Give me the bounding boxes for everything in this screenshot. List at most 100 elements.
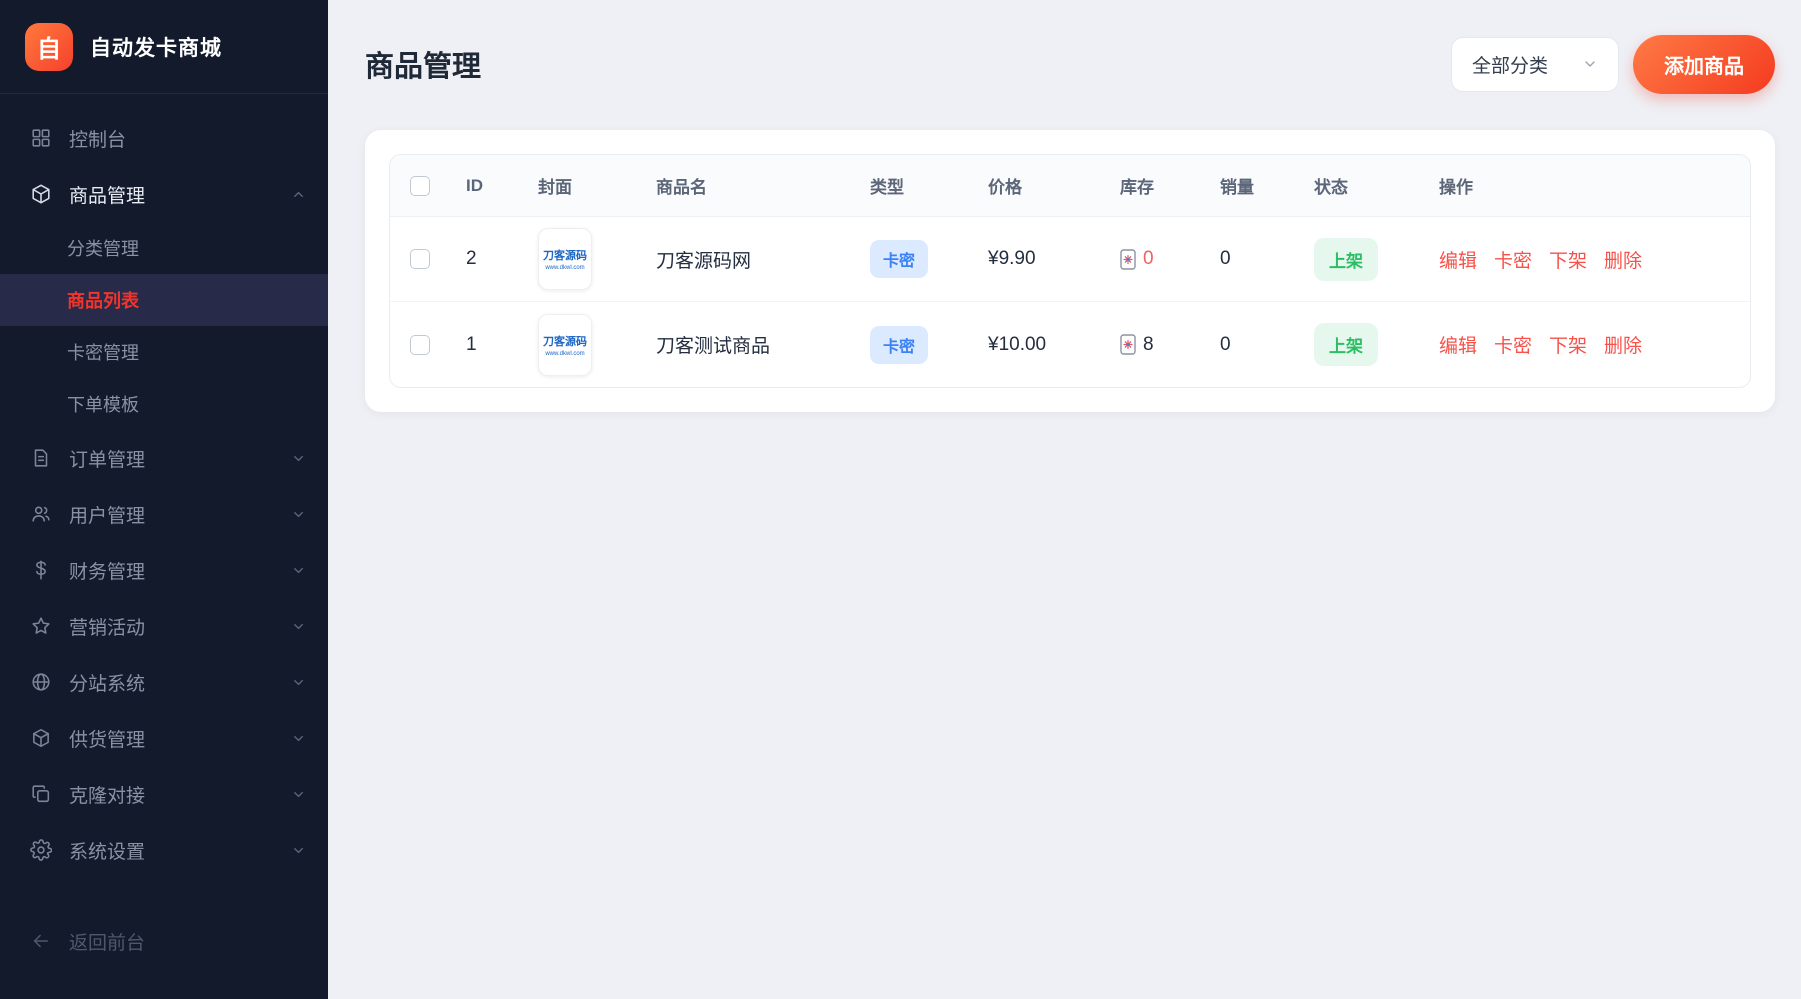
- cell-id: 1: [466, 334, 538, 356]
- chevron-down-icon: [1582, 56, 1598, 72]
- row-checkbox[interactable]: [410, 335, 430, 355]
- chevron-down-icon: [291, 787, 306, 802]
- sidebar-item-dashboard[interactable]: 控制台: [0, 110, 328, 166]
- column-header-stock: 库存: [1120, 173, 1220, 198]
- sidebar: 自 自动发卡商城 控制台 商品管理 分类管理 商品列表 卡密管理 下单模板: [0, 0, 328, 999]
- cell-sales: 0: [1220, 248, 1314, 270]
- stock-value: 8: [1143, 334, 1154, 356]
- select-all-checkbox[interactable]: [410, 176, 430, 196]
- column-header-sales: 销量: [1220, 173, 1314, 198]
- sidebar-subitem-product-list[interactable]: 商品列表: [0, 274, 328, 326]
- column-header-actions: 操作: [1439, 173, 1750, 198]
- table-header-row: ID 封面 商品名 类型 价格 库存 销量 状态 操作: [390, 155, 1750, 217]
- page-header: 商品管理 全部分类 添加商品: [365, 34, 1775, 94]
- sidebar-subitem-categories[interactable]: 分类管理: [0, 222, 328, 274]
- table-row: 1 刀客源码 www.dkwl.com 刀客测试商品 卡密 ¥10.00 8 0…: [390, 302, 1750, 387]
- category-filter-select[interactable]: 全部分类: [1451, 37, 1619, 92]
- sidebar-item-clone[interactable]: 克隆对接: [0, 766, 328, 822]
- sidebar-item-label: 控制台: [69, 125, 306, 152]
- sidebar-item-substations[interactable]: 分站系统: [0, 654, 328, 710]
- sidebar-subitem-order-template[interactable]: 下单模板: [0, 378, 328, 430]
- app-title: 自动发卡商城: [90, 32, 222, 62]
- product-table: ID 封面 商品名 类型 价格 库存 销量 状态 操作 2 刀客源码 www.d…: [389, 154, 1751, 388]
- status-badge: 上架: [1314, 323, 1378, 366]
- type-badge: 卡密: [870, 326, 928, 364]
- sidebar-subitem-card-keys[interactable]: 卡密管理: [0, 326, 328, 378]
- arrow-left-icon: [30, 930, 52, 952]
- column-header-status: 状态: [1314, 173, 1439, 198]
- chevron-down-icon: [291, 507, 306, 522]
- column-header-id: ID: [466, 176, 538, 196]
- sidebar-item-label: 商品管理: [69, 181, 274, 208]
- status-badge: 上架: [1314, 238, 1378, 281]
- card-keys-link[interactable]: 卡密: [1494, 331, 1532, 358]
- cell-actions: 编辑 卡密 下架 删除: [1439, 246, 1750, 273]
- sidebar-item-label: 营销活动: [69, 613, 274, 640]
- main-content: 商品管理 全部分类 添加商品 ID 封面 商品名 类型 价格 库存 销量 状态: [328, 0, 1801, 999]
- unlist-link[interactable]: 下架: [1549, 331, 1587, 358]
- globe-icon: [30, 671, 52, 693]
- add-product-button[interactable]: 添加商品: [1633, 35, 1775, 94]
- sidebar-item-label: 订单管理: [69, 445, 274, 472]
- dollar-icon: [30, 559, 52, 581]
- edit-link[interactable]: 编辑: [1439, 246, 1477, 273]
- cell-price: ¥9.90: [988, 248, 1120, 270]
- stock-value: 0: [1143, 248, 1154, 270]
- table-row: 2 刀客源码 www.dkwl.com 刀客源码网 卡密 ¥9.90 0 0 上…: [390, 217, 1750, 302]
- product-table-card: ID 封面 商品名 类型 价格 库存 销量 状态 操作 2 刀客源码 www.d…: [365, 130, 1775, 412]
- card-stock-icon: [1120, 334, 1136, 355]
- back-to-frontend-link[interactable]: 返回前台: [0, 913, 328, 969]
- copy-icon: [30, 783, 52, 805]
- row-checkbox[interactable]: [410, 249, 430, 269]
- page-title: 商品管理: [365, 43, 481, 85]
- cell-stock: 0: [1120, 248, 1220, 270]
- star-icon: [30, 615, 52, 637]
- chevron-down-icon: [291, 843, 306, 858]
- chevron-up-icon: [291, 187, 306, 202]
- app-logo: 自: [25, 23, 73, 71]
- chevron-down-icon: [291, 731, 306, 746]
- cell-actions: 编辑 卡密 下架 删除: [1439, 331, 1750, 358]
- delete-link[interactable]: 删除: [1604, 331, 1642, 358]
- document-icon: [30, 447, 52, 469]
- product-cover-image[interactable]: 刀客源码 www.dkwl.com: [538, 314, 592, 376]
- sidebar-item-label: 财务管理: [69, 557, 274, 584]
- gear-icon: [30, 839, 52, 861]
- sidebar-item-label: 系统设置: [69, 837, 274, 864]
- chevron-down-icon: [291, 675, 306, 690]
- type-badge: 卡密: [870, 240, 928, 278]
- cover-logo-subtext: www.dkwl.com: [545, 265, 584, 271]
- sidebar-item-supply[interactable]: 供货管理: [0, 710, 328, 766]
- category-filter-value: 全部分类: [1472, 51, 1548, 78]
- cell-stock: 8: [1120, 334, 1220, 356]
- sidebar-nav: 控制台 商品管理 分类管理 商品列表 卡密管理 下单模板 订单管理: [0, 94, 328, 999]
- sidebar-item-orders[interactable]: 订单管理: [0, 430, 328, 486]
- edit-link[interactable]: 编辑: [1439, 331, 1477, 358]
- sidebar-item-settings[interactable]: 系统设置: [0, 822, 328, 878]
- sidebar-item-products[interactable]: 商品管理: [0, 166, 328, 222]
- back-to-frontend-label: 返回前台: [69, 928, 145, 955]
- cell-id: 2: [466, 248, 538, 270]
- cover-logo-text: 刀客源码: [543, 247, 587, 263]
- cover-logo-text: 刀客源码: [543, 333, 587, 349]
- column-header-price: 价格: [988, 173, 1120, 198]
- sidebar-item-label: 供货管理: [69, 725, 274, 752]
- column-header-name: 商品名: [656, 173, 870, 198]
- card-keys-link[interactable]: 卡密: [1494, 246, 1532, 273]
- unlist-link[interactable]: 下架: [1549, 246, 1587, 273]
- delete-link[interactable]: 删除: [1604, 246, 1642, 273]
- cell-product-name: 刀客源码网: [656, 246, 870, 273]
- column-header-type: 类型: [870, 173, 988, 198]
- sidebar-item-finance[interactable]: 财务管理: [0, 542, 328, 598]
- sidebar-item-users[interactable]: 用户管理: [0, 486, 328, 542]
- sidebar-item-marketing[interactable]: 营销活动: [0, 598, 328, 654]
- dashboard-grid-icon: [30, 127, 52, 149]
- product-cover-image[interactable]: 刀客源码 www.dkwl.com: [538, 228, 592, 290]
- brand: 自 自动发卡商城: [0, 0, 328, 94]
- chevron-down-icon: [291, 563, 306, 578]
- header-actions: 全部分类 添加商品: [1451, 35, 1775, 94]
- chevron-down-icon: [291, 451, 306, 466]
- card-stock-icon: [1120, 249, 1136, 270]
- sidebar-item-label: 用户管理: [69, 501, 274, 528]
- package-icon: [30, 727, 52, 749]
